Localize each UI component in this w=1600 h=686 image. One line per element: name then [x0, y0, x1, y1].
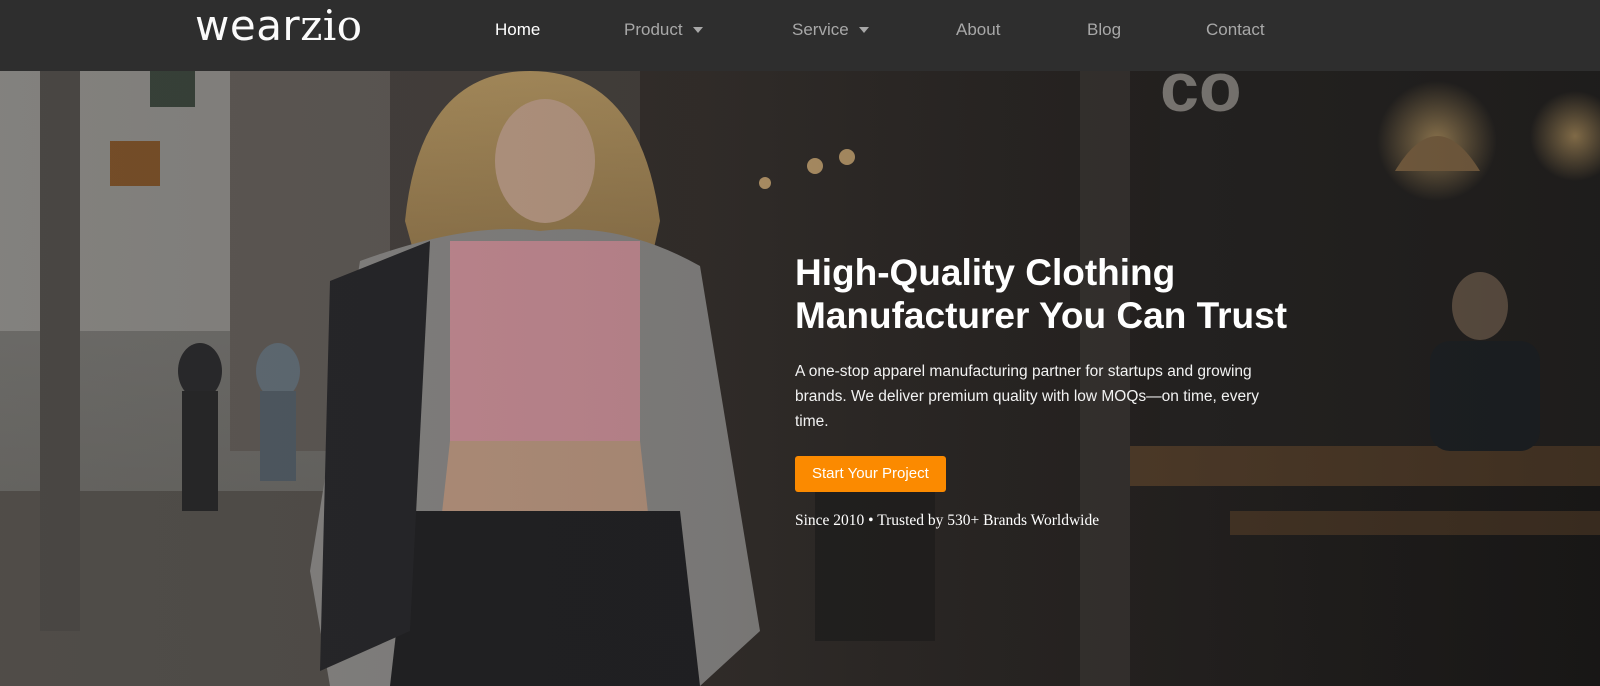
logo-text-wear: wear: [195, 1, 301, 50]
nav-label-product: Product: [624, 20, 683, 39]
hero-section: co High-Quality Clothing Manufacturer Yo…: [0, 71, 1600, 686]
nav-label-about: About: [956, 20, 1001, 39]
hero-title-line-2: Manufacturer You Can Trust: [795, 295, 1288, 336]
top-navigation-bar: wearzio Home Product Service About Blog …: [0, 0, 1600, 71]
nav-item-service[interactable]: Service: [792, 18, 869, 42]
hero-description: A one-stop apparel manufacturing partner…: [795, 363, 1260, 430]
nav-item-contact[interactable]: Contact: [1206, 18, 1265, 42]
nav-item-about[interactable]: About: [956, 18, 1000, 42]
nav-label-contact: Contact: [1206, 20, 1265, 39]
nav-item-product[interactable]: Product: [624, 18, 703, 42]
nav-label-home: Home: [495, 20, 541, 39]
caret-down-icon: [692, 26, 703, 33]
hero-title: High-Quality Clothing Manufacturer You C…: [795, 251, 1315, 337]
nav-item-blog[interactable]: Blog: [1087, 18, 1121, 42]
hero-content: High-Quality Clothing Manufacturer You C…: [795, 251, 1315, 530]
hero-title-line-1: High-Quality Clothing: [795, 252, 1176, 293]
brand-logo[interactable]: wearzio: [195, 2, 363, 50]
start-project-button[interactable]: Start Your Project: [795, 456, 946, 492]
nav-label-blog: Blog: [1087, 20, 1122, 39]
caret-down-icon: [858, 26, 869, 33]
logo-text-zio: zio: [300, 1, 363, 50]
nav-item-home[interactable]: Home: [495, 18, 540, 42]
nav-label-service: Service: [792, 20, 849, 39]
hero-tagline: Since 2010 • Trusted by 530+ Brands Worl…: [795, 512, 1100, 529]
